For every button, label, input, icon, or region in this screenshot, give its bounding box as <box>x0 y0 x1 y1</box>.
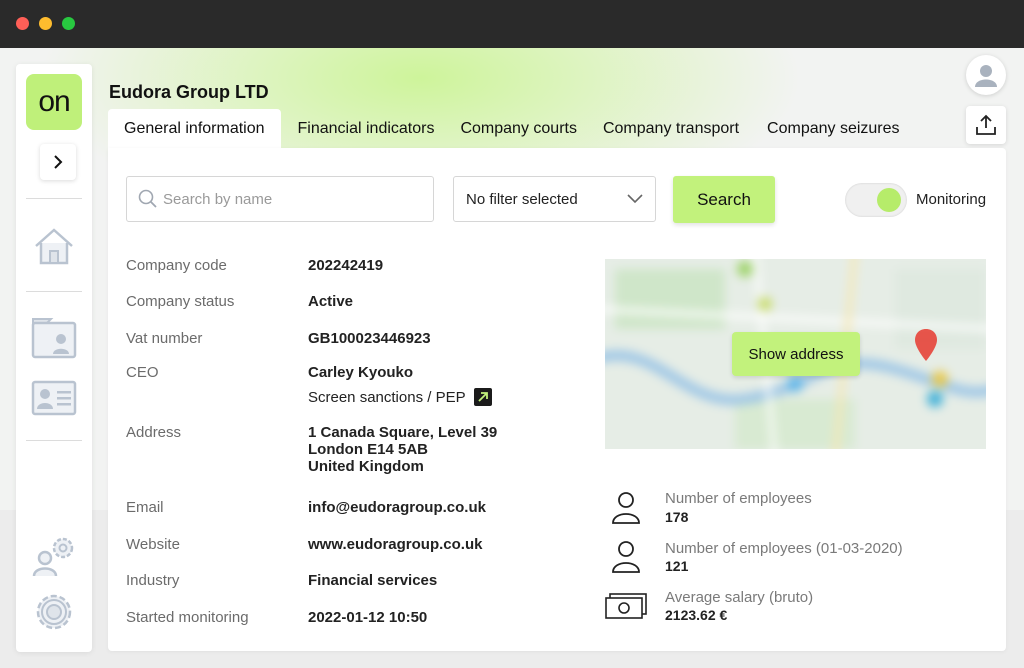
monitoring-label: Monitoring <box>916 191 987 208</box>
chevron-down-icon <box>627 194 643 204</box>
search-icon <box>127 189 163 209</box>
employees-historic-value: 121 <box>665 558 689 574</box>
sidebar: on <box>16 64 92 652</box>
map-pin-icon <box>915 329 937 361</box>
average-salary-value: 2123.62 € <box>665 607 728 623</box>
toggle-knob <box>877 188 901 212</box>
user-avatar-button[interactable] <box>966 55 1006 95</box>
external-link-icon[interactable] <box>473 388 492 406</box>
tab-financial-indicators[interactable]: Financial indicators <box>281 109 448 149</box>
website-label: Website <box>126 536 180 553</box>
address-line-2: London E14 5AB <box>308 441 429 458</box>
company-status-label: Company status <box>126 293 235 310</box>
email-label: Email <box>126 499 164 516</box>
tab-company-courts[interactable]: Company courts <box>447 109 590 149</box>
employees-label: Number of employees <box>665 490 812 507</box>
address-label: Address <box>126 424 182 441</box>
sidebar-item-settings[interactable] <box>30 588 78 636</box>
filter-select[interactable]: No filter selected <box>453 176 656 222</box>
sidebar-expand-button[interactable] <box>40 144 76 180</box>
window-minimize-button[interactable] <box>39 17 52 30</box>
id-card-icon <box>31 380 77 416</box>
show-address-button[interactable]: Show address <box>732 332 860 376</box>
sidebar-divider <box>26 198 82 199</box>
ceo-label: CEO <box>126 364 159 381</box>
sidebar-divider <box>26 291 82 292</box>
started-monitoring-value: 2022-01-12 10:50 <box>308 609 428 626</box>
tab-general-information[interactable]: General information <box>108 109 281 149</box>
user-avatar-icon <box>975 65 997 87</box>
website-value[interactable]: www.eudoragroup.co.uk <box>308 536 482 553</box>
home-icon <box>35 228 73 265</box>
industry-label: Industry <box>126 572 180 589</box>
window-close-button[interactable] <box>16 17 29 30</box>
window-maximize-button[interactable] <box>62 17 75 30</box>
ceo-value: Carley Kyouko <box>308 364 414 381</box>
screen-sanctions-label: Screen sanctions / PEP <box>308 388 466 406</box>
address-line-1: 1 Canada Square, Level 39 <box>308 424 498 441</box>
sidebar-item-user-settings[interactable] <box>30 532 78 580</box>
window-titlebar <box>0 0 1024 48</box>
vat-number-label: Vat number <box>126 330 203 347</box>
chevron-right-icon <box>54 155 63 169</box>
logo-text: on <box>38 85 70 118</box>
started-monitoring-label: Started monitoring <box>126 609 249 626</box>
company-status-value: Active <box>308 293 354 310</box>
person-icon <box>604 490 648 526</box>
banknotes-icon <box>604 588 648 624</box>
address-line-3: United Kingdom <box>308 458 424 475</box>
tab-company-transport[interactable]: Company transport <box>590 109 753 149</box>
search-button[interactable]: Search <box>673 176 775 223</box>
company-code-value: 202242419 <box>308 257 384 274</box>
employees-historic-label: Number of employees (01-03-2020) <box>665 540 903 557</box>
upload-icon <box>976 114 996 135</box>
email-value[interactable]: info@eudoragroup.co.uk <box>308 499 486 516</box>
gear-icon <box>36 594 72 630</box>
company-title: Eudora Group LTD <box>109 82 269 102</box>
user-settings-icon <box>32 537 74 577</box>
sidebar-divider <box>26 440 82 441</box>
folder-person-icon <box>31 318 77 359</box>
person-icon <box>604 539 648 575</box>
monitoring-toggle[interactable] <box>845 183 907 217</box>
company-code-label: Company code <box>126 257 227 274</box>
industry-value: Financial services <box>308 572 438 589</box>
average-salary-label: Average salary (bruto) <box>665 589 814 606</box>
filter-select-value: No filter selected <box>466 190 578 208</box>
sidebar-item-documents[interactable] <box>30 314 78 362</box>
sidebar-item-profiles[interactable] <box>30 374 78 422</box>
app-logo[interactable]: on <box>26 74 82 130</box>
vat-number-value: GB100023446923 <box>308 330 431 347</box>
search-input[interactable] <box>163 190 423 208</box>
search-field[interactable] <box>126 176 434 222</box>
sidebar-item-home[interactable] <box>30 222 78 270</box>
tab-bar: General information Financial indicators… <box>108 109 917 149</box>
employees-value: 178 <box>665 509 689 525</box>
export-button[interactable] <box>966 106 1006 144</box>
tab-company-seizures[interactable]: Company seizures <box>753 109 917 149</box>
screen-sanctions-link[interactable]: Screen sanctions / PEP <box>308 388 492 406</box>
